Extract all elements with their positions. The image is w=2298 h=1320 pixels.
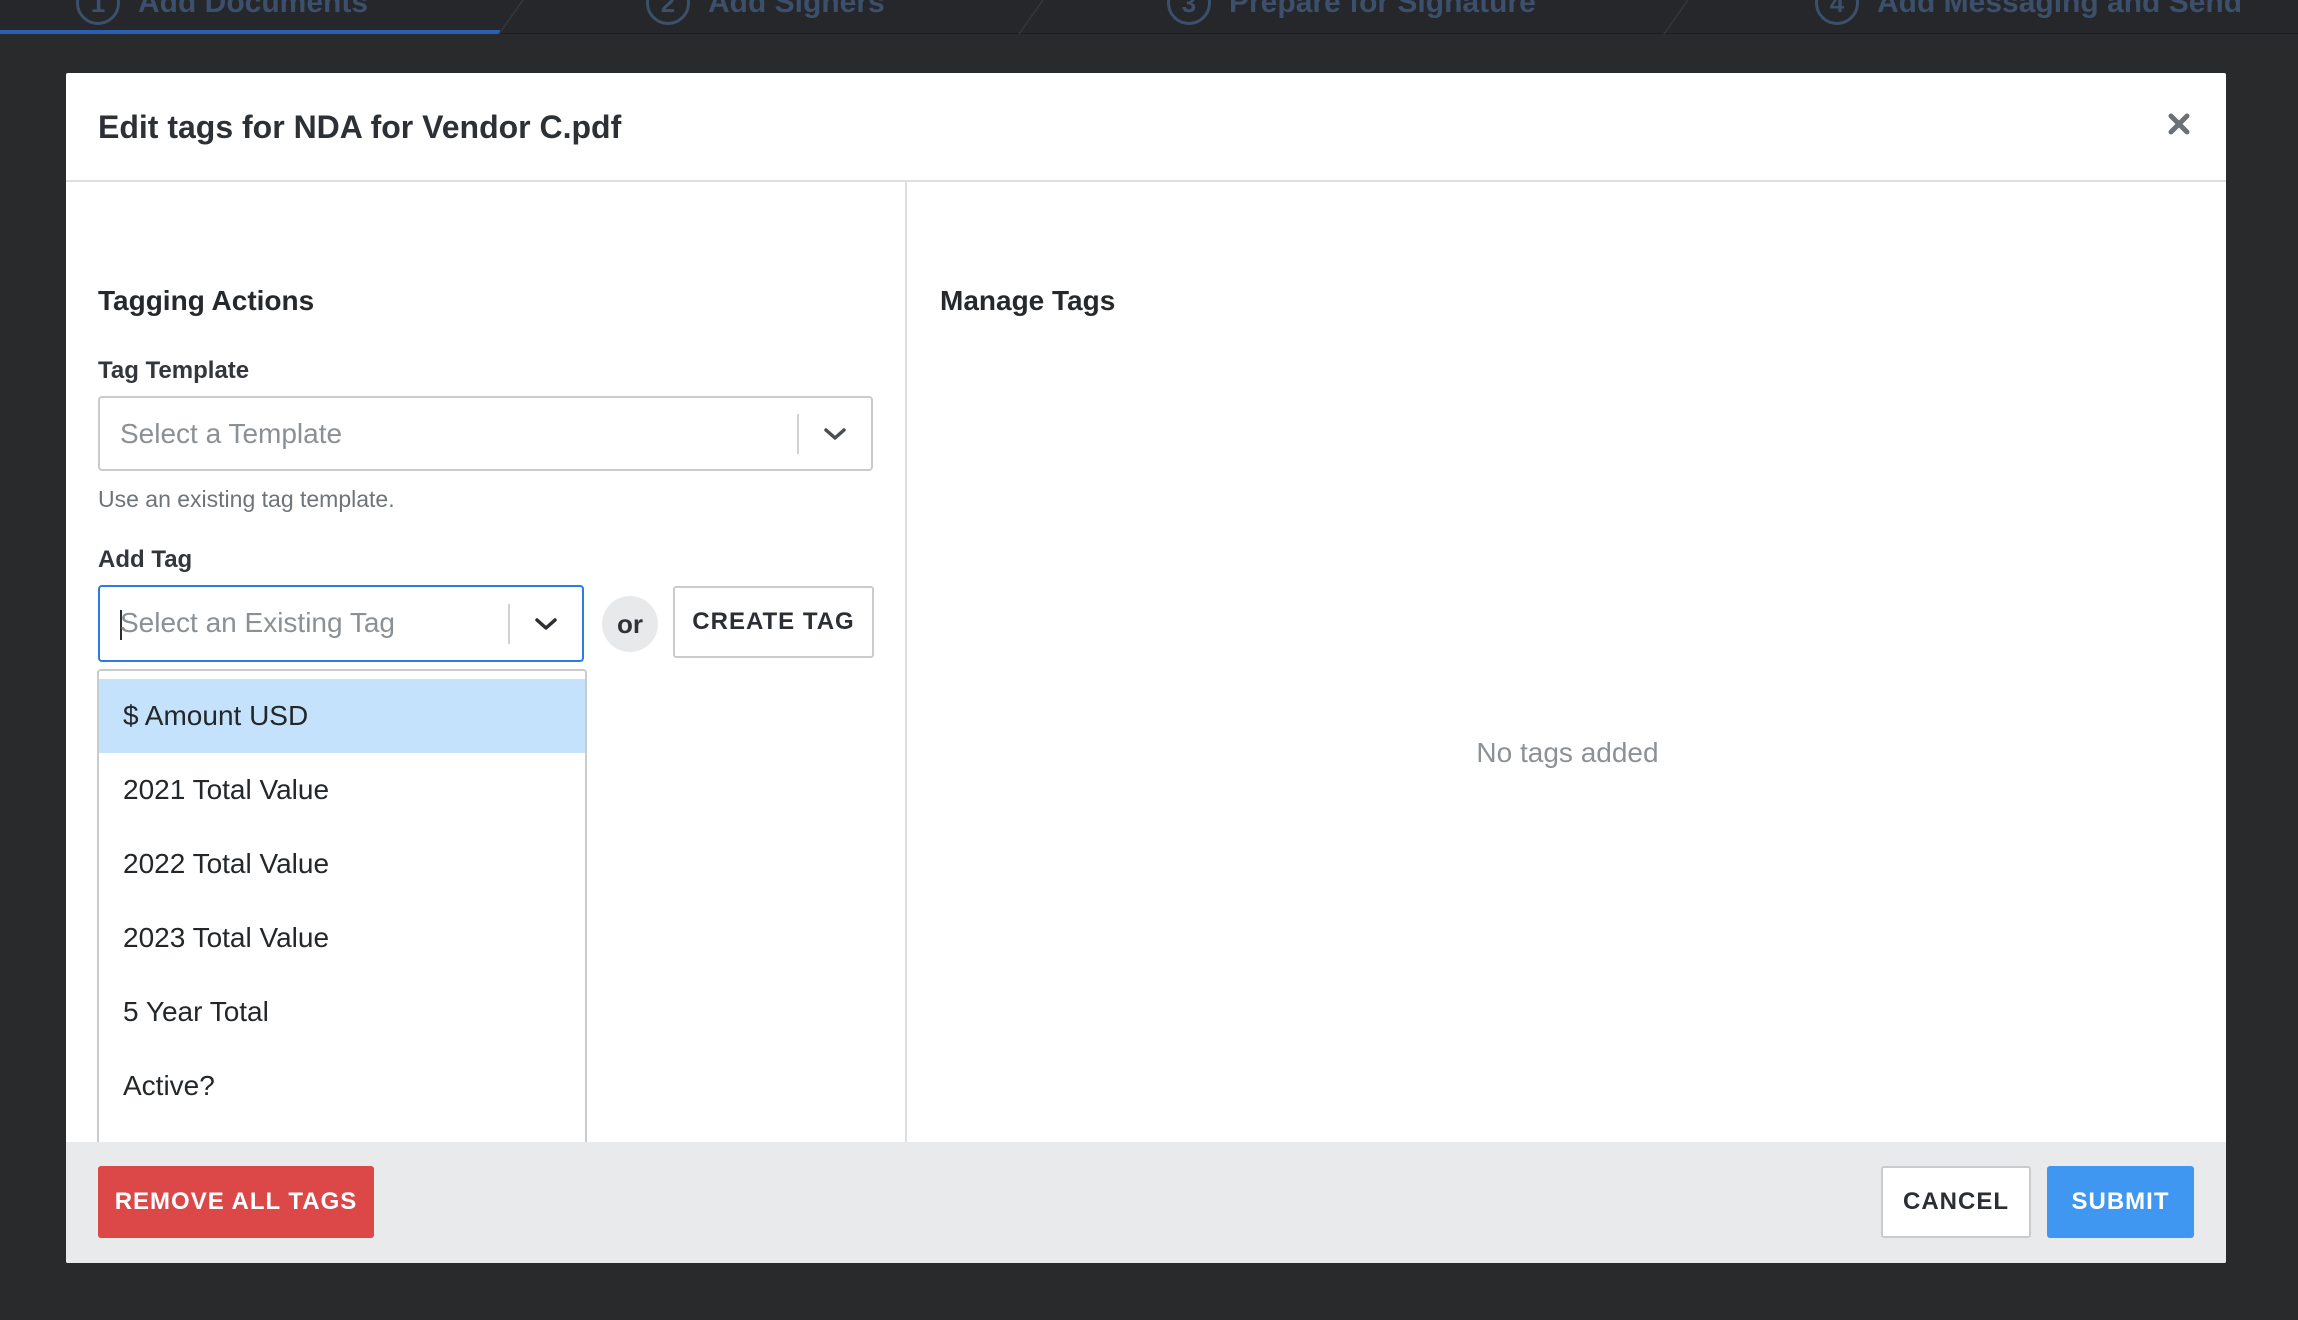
modal-header: Edit tags for NDA for Vendor C.pdf	[66, 73, 2226, 182]
existing-tag-placeholder: Select an Existing Tag	[120, 607, 395, 639]
close-icon	[2168, 113, 2190, 135]
close-button[interactable]	[2162, 107, 2196, 141]
edit-tags-modal: Edit tags for NDA for Vendor C.pdf Taggi…	[66, 73, 2226, 1263]
tag-template-placeholder: Select a Template	[120, 417, 343, 449]
add-tag-label: Add Tag	[98, 546, 193, 573]
step-separator	[1018, 0, 1044, 34]
dropdown-option[interactable]: Active?	[99, 1049, 585, 1123]
modal-body: Tagging Actions Tag Template Select a Te…	[66, 182, 2226, 1149]
manage-tags-title: Manage Tags	[940, 285, 1116, 316]
tagging-actions-panel: Tagging Actions Tag Template Select a Te…	[66, 182, 907, 1149]
existing-tag-dropdown-menu: $ Amount USD 2021 Total Value 2022 Total…	[97, 669, 587, 1149]
step-label: Prepare for Signature	[1229, 0, 1536, 19]
submit-button[interactable]: SUBMIT	[2047, 1166, 2194, 1238]
chevron-down-icon[interactable]	[510, 587, 582, 660]
step-number: 4	[1815, 0, 1859, 25]
cancel-button[interactable]: CANCEL	[1881, 1166, 2031, 1238]
step-label: Add Signers	[708, 0, 885, 19]
step-number: 2	[646, 0, 690, 25]
step-separator	[498, 0, 524, 34]
no-tags-message: No tags added	[1476, 737, 1659, 768]
dropdown-option[interactable]: 2021 Total Value	[99, 753, 585, 827]
or-divider-badge: or	[602, 596, 658, 652]
step-number: 1	[76, 0, 120, 25]
tagging-actions-title: Tagging Actions	[98, 285, 315, 316]
dropdown-option[interactable]: 2022 Total Value	[99, 827, 585, 901]
tag-template-label: Tag Template	[98, 357, 250, 384]
manage-tags-panel: Manage Tags No tags added	[909, 182, 2226, 1142]
remove-all-tags-button[interactable]: REMOVE ALL TAGS	[98, 1166, 374, 1238]
step-number: 3	[1167, 0, 1211, 25]
modal-title: Edit tags for NDA for Vendor C.pdf	[98, 109, 622, 145]
step-separator	[1663, 0, 1689, 34]
tag-template-help: Use an existing tag template.	[98, 486, 395, 512]
dropdown-option[interactable]: 2023 Total Value	[99, 901, 585, 975]
step-label: Add Documents	[138, 0, 369, 19]
existing-tag-input[interactable]: Select an Existing Tag	[100, 607, 508, 640]
dropdown-option[interactable]: 5 Year Total	[99, 975, 585, 1049]
step-add-documents: 1 Add Documents	[76, 0, 368, 28]
existing-tag-select[interactable]: Select an Existing Tag	[98, 585, 584, 662]
wizard-steps: 1 Add Documents 2 Add Signers 3 Prepare …	[0, 0, 2298, 34]
active-step-indicator	[0, 30, 500, 34]
step-label: Add Messaging and Send	[1877, 0, 2243, 19]
create-tag-button[interactable]: CREATE TAG	[673, 586, 874, 658]
dropdown-option[interactable]: $ Amount USD	[99, 679, 585, 753]
chevron-down-icon[interactable]	[799, 398, 871, 469]
step-add-signers: 2 Add Signers	[646, 0, 885, 28]
step-add-messaging: 4 Add Messaging and Send	[1815, 0, 2242, 28]
modal-footer: REMOVE ALL TAGS CANCEL SUBMIT	[66, 1142, 2226, 1263]
step-prepare-for-signature: 3 Prepare for Signature	[1167, 0, 1536, 28]
tag-template-select[interactable]: Select a Template	[98, 396, 873, 471]
